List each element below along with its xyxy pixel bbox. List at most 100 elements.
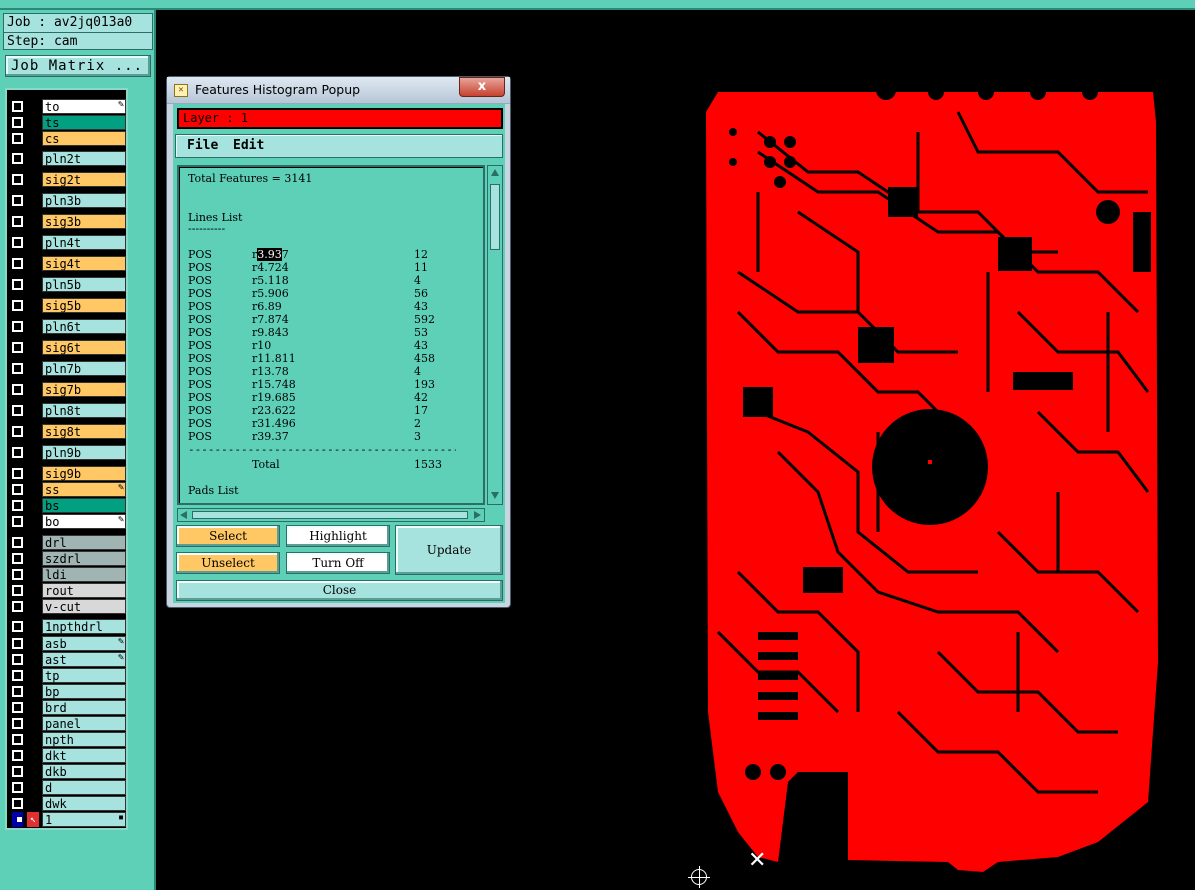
layer-name[interactable]: sig6t [42,340,126,355]
layer-checkbox[interactable] [12,585,23,596]
layer-row-pln6t[interactable]: pln6t [9,319,126,334]
layer-row-asb[interactable]: asb ✎ [9,636,126,651]
layer-checkbox[interactable] [12,702,23,713]
layer-checkbox[interactable] [12,174,23,185]
layer-checkbox[interactable] [12,782,23,793]
layer-checkbox[interactable] [12,484,23,495]
layer-name[interactable]: ldi [42,567,126,582]
layer-checkbox[interactable] [12,405,23,416]
layer-checkbox[interactable] [12,516,23,527]
layer-checkbox[interactable] [12,426,23,437]
select-button[interactable]: Select [176,525,280,547]
layer-checkbox[interactable] [12,117,23,128]
layer-name[interactable]: ast [42,652,126,667]
layer-row-pln4t[interactable]: pln4t [9,235,126,250]
layer-name[interactable]: sig8t [42,424,126,439]
menu-edit[interactable]: Edit [233,138,264,153]
layer-row-to[interactable]: to ✎ [9,99,126,114]
layer-name[interactable]: npth [42,732,126,747]
scroll-up-icon[interactable] [491,169,499,176]
layer-row-1npthdrl[interactable]: 1npthdrl [9,619,126,634]
layer-row-sig2t[interactable]: sig2t [9,172,126,187]
layer-name[interactable]: d [42,780,126,795]
layer-row-pln5b[interactable]: pln5b [9,277,126,292]
layer-row-szdrl[interactable]: szdrl [9,551,126,566]
layer-name[interactable]: sig5b [42,298,126,313]
layer-checkbox[interactable] [12,601,23,612]
highlight-button[interactable]: Highlight [286,525,390,547]
unselect-button[interactable]: Unselect [176,552,280,574]
layer-row-cs[interactable]: cs [9,131,126,146]
layer-checkbox[interactable] [12,750,23,761]
scroll-down-icon[interactable] [491,492,499,499]
scroll-left-icon[interactable] [180,511,187,519]
layer-row-drl[interactable]: drl [9,535,126,550]
layer-checkbox[interactable] [12,537,23,548]
layer-row-pln8t[interactable]: pln8t [9,403,126,418]
layer-checkbox[interactable] [12,342,23,353]
layer-checkbox[interactable] [12,766,23,777]
layer-row-d[interactable]: d [9,780,126,795]
layer-checkbox[interactable] [12,153,23,164]
update-button[interactable]: Update [395,525,503,575]
layer-checkbox[interactable] [12,468,23,479]
layer-row-rout[interactable]: rout [9,583,126,598]
layer-name[interactable]: tp [42,668,126,683]
layer-name[interactable]: dwk [42,796,126,811]
layer-name[interactable]: asb [42,636,126,651]
layer-name[interactable]: pln8t [42,403,126,418]
layer-row-npth[interactable]: npth [9,732,126,747]
menu-file[interactable]: File [187,138,218,153]
layer-row-pln2t[interactable]: pln2t [9,151,126,166]
layer-checkbox[interactable] [12,195,23,206]
layer-name[interactable]: ss [42,482,126,497]
layer-name[interactable]: 1 [42,812,126,827]
layer-checkbox[interactable] [12,101,23,112]
layer-name[interactable]: dkb [42,764,126,779]
close-button[interactable]: Close [176,580,503,601]
layer-name[interactable]: v-cut [42,599,126,614]
layer-row-v-cut[interactable]: v-cut [9,599,126,614]
layer-name[interactable]: brd [42,700,126,715]
layer-checkbox[interactable] [12,553,23,564]
popup-titlebar[interactable]: ✕ Features Histogram Popup x [167,77,510,104]
horizontal-scroll-thumb[interactable] [192,511,468,519]
layer-row-sig5b[interactable]: sig5b [9,298,126,313]
layer-name[interactable]: rout [42,583,126,598]
layer-row-sig8t[interactable]: sig8t [9,424,126,439]
layer-row-ldi[interactable]: ldi [9,567,126,582]
layer-checkbox[interactable] [12,621,23,632]
layer-row-bo[interactable]: bo ✎ [9,514,126,529]
layer-name[interactable]: panel [42,716,126,731]
layer-name[interactable]: to [42,99,126,114]
layer-row-dkt[interactable]: dkt [9,748,126,763]
vertical-scroll-thumb[interactable] [490,184,500,250]
layer-checkbox[interactable] [12,734,23,745]
layer-row-ast[interactable]: ast ✎ [9,652,126,667]
layer-row-1[interactable]: ↖ 1 ▪ [9,812,126,827]
layer-checkbox[interactable] [12,237,23,248]
layer-row-dkb[interactable]: dkb [9,764,126,779]
layer-row-sig4t[interactable]: sig4t [9,256,126,271]
layer-name[interactable]: bp [42,684,126,699]
layer-name[interactable]: sig7b [42,382,126,397]
layer-name[interactable]: bo [42,514,126,529]
window-close-button[interactable]: x [459,77,505,97]
layer-checkbox[interactable] [12,500,23,511]
layer-checkbox[interactable] [12,279,23,290]
layer-row-brd[interactable]: brd [9,700,126,715]
layer-checkbox[interactable] [12,686,23,697]
layer-row-pln3b[interactable]: pln3b [9,193,126,208]
layer-name[interactable]: szdrl [42,551,126,566]
layer-row-sig9b[interactable]: sig9b [9,466,126,481]
layer-name[interactable]: cs [42,131,126,146]
layer-row-sig3b[interactable]: sig3b [9,214,126,229]
layer-checkbox[interactable] [12,569,23,580]
layer-name[interactable]: 1npthdrl [42,619,126,634]
layer-row-ss[interactable]: ss ✎ [9,482,126,497]
active-layer-checkbox[interactable] [12,812,23,827]
layer-name[interactable]: pln2t [42,151,126,166]
layer-name[interactable]: pln4t [42,235,126,250]
layer-row-ts[interactable]: ts [9,115,126,130]
layer-row-dwk[interactable]: dwk [9,796,126,811]
